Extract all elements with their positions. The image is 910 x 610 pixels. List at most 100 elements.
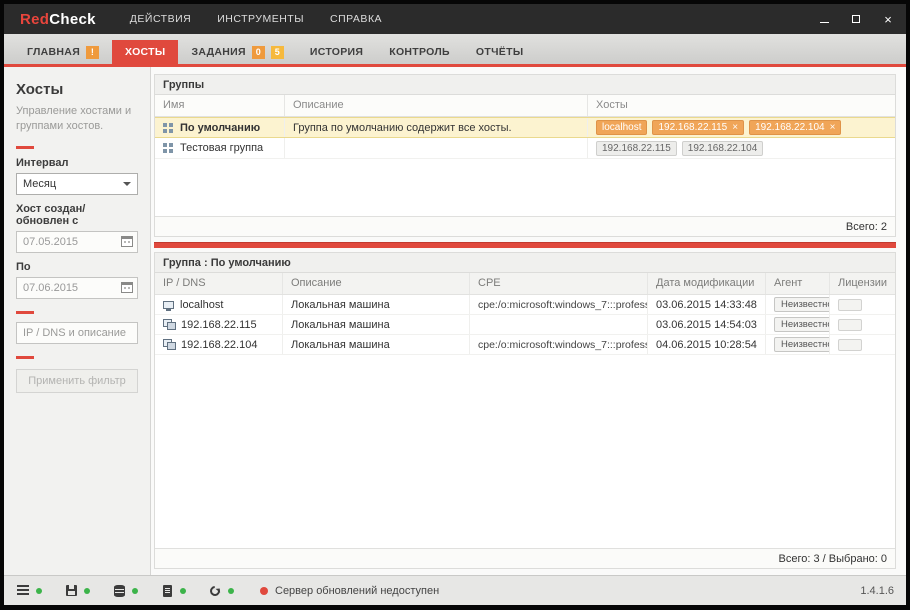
hosts-panel-title: Группа : По умолчанию [163, 256, 291, 269]
host-name: localhost [180, 298, 224, 311]
col-description[interactable]: Описание [285, 95, 588, 116]
col-ip-dns[interactable]: IP / DNS [155, 273, 283, 294]
host-tag[interactable]: 192.168.22.115 [596, 140, 677, 156]
date-from-label: Хост создан/обновлен с [16, 202, 86, 227]
content-area: Хосты Управление хостами и группами хост… [4, 67, 906, 575]
host-row-115[interactable]: 192.168.22.115 Локальная машина 03.06.20… [155, 315, 895, 335]
tab-history[interactable]: ИСТОРИЯ [297, 40, 376, 64]
calendar-icon[interactable] [121, 235, 133, 247]
maximize-button[interactable] [848, 11, 864, 27]
sidebar: Хосты Управление хостами и группами хост… [4, 67, 151, 575]
refresh-icon[interactable] [207, 583, 223, 598]
ok-status-dot [84, 587, 90, 594]
maximize-icon [852, 15, 860, 23]
host-tag-label: 192.168.22.104 [755, 122, 825, 133]
host-tag-label: 192.168.22.115 [602, 142, 671, 154]
minimize-icon [819, 21, 829, 23]
date-to-label: По [16, 260, 31, 273]
status-item [112, 584, 138, 597]
divider [16, 145, 34, 149]
hosts-empty-space [155, 355, 895, 548]
license-box [838, 338, 862, 351]
host-tag[interactable]: localhost [596, 120, 648, 135]
tasks-menu-icon[interactable] [16, 584, 30, 597]
app-window: RedCheck ДЕЙСТВИЯ ИНСТРУМЕНТЫ СПРАВКА × … [4, 4, 906, 605]
host-modified: 03.06.2015 14:54:03 [648, 315, 766, 334]
divider [16, 310, 34, 314]
col-licenses[interactable]: Лицензии [830, 273, 895, 294]
tab-reports[interactable]: ОТЧЁТЫ [463, 40, 536, 64]
hosts-panel: Группа : По умолчанию IP / DNS Описание … [154, 252, 896, 569]
host-tag[interactable]: 192.168.22.115 × [652, 120, 745, 135]
ok-status-dot [132, 587, 138, 594]
group-description [285, 138, 588, 158]
menu-help[interactable]: СПРАВКА [330, 13, 382, 25]
group-row-test[interactable]: Тестовая группа 192.168.22.115 192.168.2… [155, 138, 895, 159]
filter-input[interactable] [16, 321, 138, 344]
groups-empty-space [155, 159, 895, 216]
hosts-panel-header: Группа : По умолчанию [155, 253, 895, 273]
agent-status-badge: Неизвестно [774, 316, 829, 333]
group-row-default[interactable]: По умолчанию Группа по умолчанию содержи… [155, 117, 895, 138]
tab-hosts[interactable]: ХОСТЫ [112, 40, 179, 64]
chevron-down-icon [123, 181, 131, 190]
host-description: Локальная машина [283, 315, 470, 334]
ok-status-dot [180, 587, 186, 594]
tab-main[interactable]: ГЛАВНАЯ ! [14, 40, 112, 64]
menu-tools[interactable]: ИНСТРУМЕНТЫ [217, 13, 304, 25]
calendar-icon[interactable] [121, 281, 133, 293]
status-bar: Сервер обновлений недоступен 1.4.1.6 [4, 575, 906, 605]
menu-actions[interactable]: ДЕЙСТВИЯ [130, 13, 191, 25]
hosts-table-header: IP / DNS Описание CPE Дата модификации А… [155, 273, 895, 295]
host-modified: 03.06.2015 14:33:48 [648, 295, 766, 314]
remove-host-icon[interactable]: × [732, 122, 738, 133]
tab-control-label: КОНТРОЛЬ [389, 46, 450, 58]
database-icon[interactable] [112, 584, 126, 597]
host-tag-label: 192.168.22.104 [687, 142, 758, 154]
menu-bar: ДЕЙСТВИЯ ИНСТРУМЕНТЫ СПРАВКА [130, 13, 382, 25]
col-agent[interactable]: Агент [766, 273, 830, 294]
hosts-footer: Всего: 3 / Выбрано: 0 [155, 548, 895, 568]
close-button[interactable]: × [880, 11, 896, 27]
tab-tasks[interactable]: ЗАДАНИЯ 0 5 [178, 40, 296, 64]
tab-tasks-label: ЗАДАНИЯ [191, 46, 246, 58]
tasks-count-badge: 0 [251, 45, 265, 59]
host-tag[interactable]: 192.168.22.104 [681, 140, 764, 156]
alert-badge: ! [86, 45, 100, 59]
group-icon [163, 122, 173, 133]
save-icon[interactable] [64, 584, 78, 597]
col-cpe[interactable]: CPE [470, 273, 648, 294]
tab-main-label: ГЛАВНАЯ [27, 46, 81, 58]
col-hosts[interactable]: Хосты [588, 95, 895, 116]
window-controls: × [816, 11, 896, 27]
col-name[interactable]: Имя [155, 95, 285, 116]
tab-reports-label: ОТЧЁТЫ [475, 46, 524, 58]
date-from-input[interactable] [16, 230, 138, 253]
host-modified: 04.06.2015 10:28:54 [648, 335, 766, 354]
tab-control[interactable]: КОНТРОЛЬ [376, 40, 463, 64]
host-row-104[interactable]: 192.168.22.104 Локальная машина cpe:/o:m… [155, 335, 895, 355]
groups-footer: Всего: 2 [155, 216, 895, 236]
panel-separator [154, 242, 896, 248]
host-cpe: cpe:/o:microsoft:windows_7:::professio [470, 335, 648, 354]
report-icon[interactable] [160, 584, 174, 597]
network-host-icon [163, 319, 176, 330]
title-bar: RedCheck ДЕЙСТВИЯ ИНСТРУМЕНТЫ СПРАВКА × [4, 4, 906, 34]
host-tag[interactable]: 192.168.22.104 × [749, 120, 842, 135]
group-icon [163, 143, 173, 153]
host-cpe: cpe:/o:microsoft:windows_7:::professio [470, 295, 648, 314]
remove-host-icon[interactable]: × [830, 122, 836, 133]
status-item [16, 584, 42, 597]
apply-filter-button[interactable]: Применить фильтр [16, 368, 138, 393]
minimize-button[interactable] [816, 11, 832, 27]
sidebar-title: Хосты [16, 81, 64, 98]
col-description[interactable]: Описание [283, 273, 470, 294]
col-modified[interactable]: Дата модификации [648, 273, 766, 294]
logo-red-part: Red [20, 10, 50, 28]
date-to-input[interactable] [16, 276, 138, 299]
tab-hosts-label: ХОСТЫ [125, 46, 166, 58]
interval-label: Интервал [16, 156, 69, 169]
error-status-dot [260, 586, 268, 595]
interval-select[interactable]: Месяц [16, 172, 138, 195]
host-row-localhost[interactable]: localhost Локальная машина cpe:/o:micros… [155, 295, 895, 315]
